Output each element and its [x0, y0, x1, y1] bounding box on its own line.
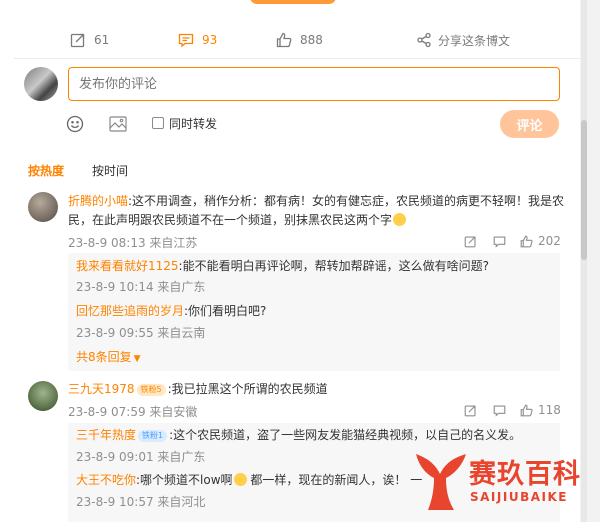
share-label: 分享这条博文	[438, 33, 511, 48]
repost-count: 61	[94, 33, 110, 47]
commenter-avatar[interactable]	[28, 192, 58, 222]
my-avatar	[24, 67, 58, 101]
reply-item: 回忆那些追雨的岁月:你们看明白吧?	[76, 302, 266, 321]
reply-item: 我来看看就好1125:能不能看明白再评论啊，帮转加帮辟谣，这么做有啥问题?	[76, 257, 489, 276]
laugh-emoji-icon	[233, 473, 247, 486]
like-button[interactable]: 888	[276, 26, 323, 54]
comment-meta: 23-8-9 07:59 来自安徽	[68, 405, 198, 419]
comment-input[interactable]	[68, 67, 560, 101]
repost-icon	[464, 236, 476, 248]
scrollbar-thumb[interactable]	[581, 120, 587, 260]
share-icon	[417, 32, 431, 48]
divider	[14, 58, 580, 59]
sweat-emoji-icon	[393, 213, 407, 226]
comment-icon	[178, 33, 194, 48]
comment-text: :我已拉黑这个所谓的农民频道	[167, 382, 328, 396]
reply-username[interactable]: 三千年热度	[76, 428, 136, 442]
repost-icon	[70, 33, 85, 48]
chevron-down-icon: ▼	[133, 354, 141, 364]
comment-username[interactable]: 三九天1978	[68, 382, 135, 396]
comment-count: 93	[202, 33, 218, 47]
site-watermark: 赛玖百科 SAIJIUBAIKE	[412, 446, 580, 518]
post-action-bar: 61 93 888 分享这条博文	[0, 26, 580, 54]
comment-like-button[interactable]: 118	[520, 403, 561, 417]
tab-sort-by-time[interactable]: 按时间	[92, 162, 128, 179]
emoji-icon[interactable]	[66, 115, 84, 133]
reply-text: :这个农民频道，盗了一些网友发能猫经典视频，以自己的名义发。	[169, 428, 522, 442]
reply-meta: 23-8-9 10:14 来自广东	[76, 280, 206, 294]
comment-icon	[493, 405, 506, 417]
comment-reply-button[interactable]	[493, 404, 506, 417]
reply-username[interactable]: 大王不吃你	[76, 473, 136, 487]
comment-reply-button[interactable]	[493, 235, 506, 248]
reply-item: 三千年热度 铁粉1:这个农民频道，盗了一些网友发能猫经典视频，以自己的名义发。	[76, 426, 521, 445]
comment-repost-button[interactable]	[464, 235, 477, 248]
top-button-edge[interactable]	[250, 0, 336, 4]
comment-like-button[interactable]: 202	[520, 234, 561, 248]
reply-item: 大王不吃你:哪个频道不low啊 都一样，现在的新闻人，诶！ 一	[76, 471, 422, 490]
thumbs-up-icon	[276, 32, 292, 48]
share-button[interactable]: 分享这条博文	[416, 26, 510, 54]
comment-button[interactable]: 93	[178, 26, 217, 54]
reply-username[interactable]: 回忆那些追雨的岁月	[76, 304, 184, 318]
reply-meta: 23-8-9 09:55 来自云南	[76, 326, 206, 340]
comment-username[interactable]: 折腾的小喵	[68, 194, 128, 208]
comment-meta: 23-8-9 08:13 来自江苏	[68, 236, 198, 250]
comment-body: 三九天1978 铁粉5:我已拉黑这个所谓的农民频道	[68, 380, 328, 399]
reply-text: :能不能看明白再评论啊，帮转加帮辟谣，这么做有啥问题?	[178, 259, 489, 273]
reply-text: :哪个频道不low啊	[136, 473, 233, 487]
repost-button[interactable]: 61	[70, 26, 109, 54]
thumbs-up-icon	[520, 235, 533, 247]
comment-repost-button[interactable]	[464, 404, 477, 417]
commenter-avatar[interactable]	[28, 381, 58, 411]
like-count: 888	[300, 33, 323, 47]
weibo-post-card: 61 93 888 分享这条博文 发布你的评论 同时转发 评论 按热度 按时间 …	[0, 0, 580, 522]
comment-like-count: 202	[538, 234, 561, 248]
more-replies-link[interactable]: 共8条回复 ▼	[76, 348, 141, 365]
whale-tail-logo-icon	[416, 454, 466, 510]
submit-comment-button[interactable]: 评论	[500, 110, 559, 138]
fan-badge: 铁粉5	[136, 384, 166, 396]
repost-icon	[464, 405, 476, 417]
watermark-title: 赛玖百科	[469, 459, 580, 490]
reply-meta: 23-8-9 10:57 来自河北	[76, 495, 206, 509]
image-icon[interactable]	[109, 116, 127, 132]
repost-checkbox[interactable]	[152, 117, 164, 129]
scrollbar[interactable]	[581, 0, 587, 522]
reply-username[interactable]: 我来看看就好1125	[76, 259, 179, 273]
watermark-subtitle: SAIJIUBAIKE	[470, 490, 568, 504]
comment-icon	[493, 236, 506, 248]
tab-sort-by-hot[interactable]: 按热度	[28, 162, 64, 179]
reply-text: 都一样，现在的新闻人，诶！ 一	[246, 473, 423, 487]
comment-like-count: 118	[538, 403, 561, 417]
comment-text-line: :这不用调查，稍作分析：都有病！女的有健忘症，农民频道的病更不轻啊！我是农	[128, 194, 565, 208]
comment-body: 折腾的小喵:这不用调查，稍作分析：都有病！女的有健忘症，农民频道的病更不轻啊！我…	[68, 192, 568, 230]
comment-text-line: 民，在此声明跟农民频道不在一个频道，别抹黑农民这两个字	[68, 213, 393, 227]
reply-meta: 23-8-9 09:01 来自广东	[76, 450, 206, 464]
thumbs-up-icon	[520, 404, 533, 416]
more-replies-label: 共8条回复	[76, 350, 132, 364]
repost-checkbox-label: 同时转发	[169, 117, 218, 131]
reply-text: :你们看明白吧?	[184, 304, 267, 318]
fan-badge: 铁粉1	[138, 430, 168, 442]
